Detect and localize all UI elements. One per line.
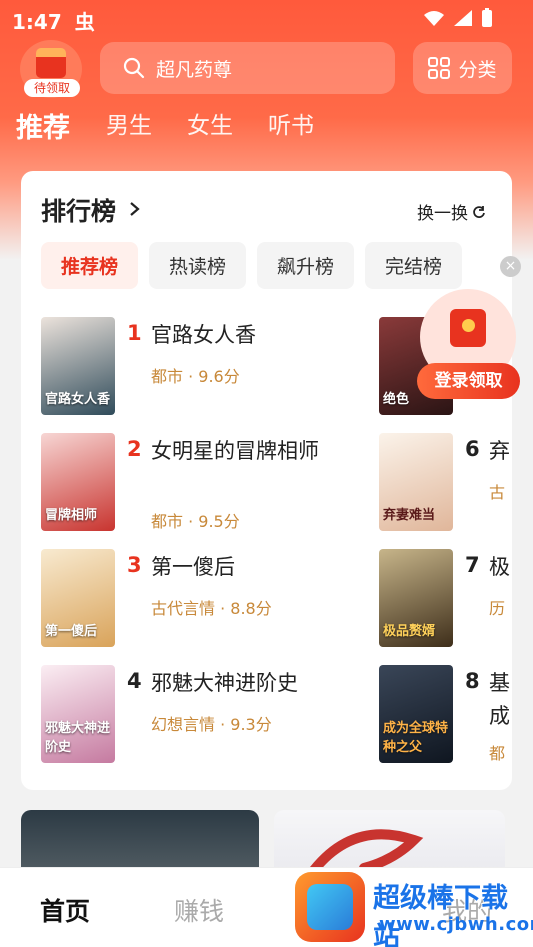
rank-number: 1 xyxy=(127,321,142,345)
grid-icon xyxy=(428,57,451,79)
battery-icon xyxy=(482,8,492,27)
search-input[interactable]: 超凡药尊 xyxy=(100,42,395,94)
watermark-url: www.cjbwh.com xyxy=(379,914,533,935)
refresh-icon xyxy=(473,205,485,218)
search-icon xyxy=(123,57,145,79)
book-cover: 官路女人香 xyxy=(41,317,115,415)
refresh-label: 换一换 xyxy=(417,204,468,224)
book-title: 基 成 xyxy=(489,671,510,728)
close-promo-button[interactable]: × xyxy=(500,256,521,277)
header-row: 待领取 超凡药尊 分类 xyxy=(0,40,533,100)
ranking-title[interactable]: 排行榜 xyxy=(41,192,116,228)
book-item[interactable]: 邪魅大神进阶史 4 邪魅大神进阶史 幻想言情 · 9.3分 xyxy=(41,665,341,765)
book-cover: 冒牌相师 xyxy=(41,433,115,531)
cover-title: 极品赘婿 xyxy=(383,624,436,639)
rank-number: 2 xyxy=(127,437,142,461)
book-title: 第一傻后 xyxy=(151,555,235,579)
clock: 1:47 xyxy=(12,10,62,34)
book-title: 极 xyxy=(489,555,510,579)
reward-button[interactable]: 待领取 xyxy=(20,40,82,98)
wifi-icon xyxy=(424,11,444,26)
book-item[interactable]: 第一傻后 3 第一傻后 古代言情 · 8.8分 xyxy=(41,549,341,649)
channel-tabs: 推荐 男生 女生 听书 xyxy=(16,106,349,145)
refresh-button[interactable]: 换一换 xyxy=(417,199,486,224)
cover-title: 邪魅大神进阶史 xyxy=(45,721,111,755)
reward-badge: 待领取 xyxy=(24,79,80,97)
book-meta: 都 xyxy=(489,744,506,763)
chevron-right-icon[interactable] xyxy=(129,201,141,217)
status-bar: 1:47 虫 xyxy=(0,0,533,36)
book-meta: 都市 · 9.5分 xyxy=(151,512,240,531)
rank-number: 4 xyxy=(127,669,142,693)
envelope-seal xyxy=(462,319,475,332)
book-cover: 成为全球特种之父 xyxy=(379,665,453,763)
book-item[interactable]: 官路女人香 1 官路女人香 都市 · 9.6分 xyxy=(41,317,341,417)
status-time: 1:47 虫 xyxy=(12,6,95,35)
book-item[interactable]: 冒牌相师 2 女明星的冒牌相师 都市 · 9.5分 xyxy=(41,433,341,533)
chip-rising[interactable]: 飙升榜 xyxy=(257,242,354,289)
signal-icon xyxy=(454,10,472,26)
book-cover: 弃妻难当 xyxy=(379,433,453,531)
book-item[interactable]: 成为全球特种之父 8 基 成 都 xyxy=(379,665,512,765)
login-claim-button[interactable]: 登录领取 xyxy=(417,363,520,399)
book-item[interactable]: 弃妻难当 6 弃 古 xyxy=(379,433,512,533)
book-title: 女明星的冒牌相师 xyxy=(151,439,319,463)
nav-earn[interactable]: 赚钱 xyxy=(174,892,224,928)
rank-number: 7 xyxy=(465,553,480,577)
cover-title: 官路女人香 xyxy=(45,392,111,407)
red-envelope-icon xyxy=(36,48,66,78)
chip-hot[interactable]: 热读榜 xyxy=(149,242,246,289)
cover-title: 弃妻难当 xyxy=(383,508,436,523)
book-meta: 都市 · 9.6分 xyxy=(151,367,240,386)
category-button[interactable]: 分类 xyxy=(413,42,512,94)
book-meta: 古 xyxy=(489,483,506,502)
search-placeholder: 超凡药尊 xyxy=(156,58,233,81)
status-icons xyxy=(423,8,493,28)
book-item[interactable]: 极品赘婿 7 极 历 xyxy=(379,549,512,649)
watermark: 超级棒下载站 www.cjbwh.com xyxy=(295,870,533,947)
app-indicator: 虫 xyxy=(74,10,95,34)
tab-recommend[interactable]: 推荐 xyxy=(16,106,70,145)
ranking-chips: 推荐榜 热读榜 飙升榜 完结榜 xyxy=(41,242,511,290)
cover-title: 成为全球特种之父 xyxy=(383,721,449,755)
cover-title: 第一傻后 xyxy=(45,624,98,639)
red-envelope-icon xyxy=(450,309,486,347)
book-meta: 古代言情 · 8.8分 xyxy=(151,599,272,618)
chip-recommend[interactable]: 推荐榜 xyxy=(41,242,138,289)
rank-number: 6 xyxy=(465,437,480,461)
book-title: 弃 xyxy=(489,439,510,463)
chip-completed[interactable]: 完结榜 xyxy=(365,242,462,289)
nav-home[interactable]: 首页 xyxy=(40,892,90,928)
book-cover: 极品赘婿 xyxy=(379,549,453,647)
rank-number: 8 xyxy=(465,669,480,693)
tab-female[interactable]: 女生 xyxy=(187,106,233,145)
book-cover: 第一傻后 xyxy=(41,549,115,647)
watermark-logo-inner xyxy=(307,884,353,930)
watermark-title: 超级棒下载站 xyxy=(373,883,508,947)
cover-title: 冒牌相师 xyxy=(45,508,98,523)
book-meta: 历 xyxy=(489,599,506,618)
tab-male[interactable]: 男生 xyxy=(106,106,152,145)
book-title: 官路女人香 xyxy=(151,323,256,347)
ranking-card: 排行榜 换一换 推荐榜 热读榜 飙升榜 完结榜 官路女人香 1 官路女人香 都市… xyxy=(21,171,512,790)
rank-number: 3 xyxy=(127,553,142,577)
book-title: 邪魅大神进阶史 xyxy=(151,671,298,695)
watermark-logo xyxy=(295,872,365,942)
tab-audiobook[interactable]: 听书 xyxy=(268,106,314,145)
category-label: 分类 xyxy=(458,58,497,81)
book-cover: 邪魅大神进阶史 xyxy=(41,665,115,763)
book-meta: 幻想言情 · 9.3分 xyxy=(151,715,272,734)
